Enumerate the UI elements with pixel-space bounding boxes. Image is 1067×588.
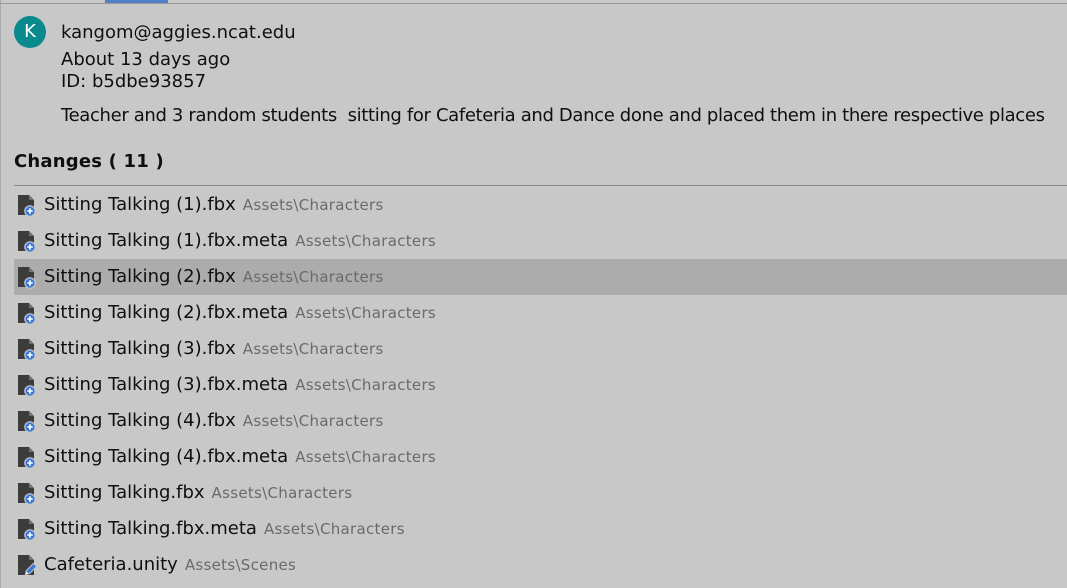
changed-file-row[interactable]: Cafeteria.unity Assets\Scenes bbox=[14, 547, 1067, 583]
tab-bar-divider bbox=[0, 3, 1067, 4]
changed-file-row[interactable]: Sitting Talking (3).fbx Assets\Character… bbox=[14, 331, 1067, 367]
file-added-icon bbox=[17, 482, 36, 505]
commit-author: kangom@aggies.ncat.edu bbox=[61, 22, 296, 43]
file-path: Assets\Characters bbox=[295, 376, 437, 394]
changed-file-row[interactable]: Sitting Talking (1).fbx Assets\Character… bbox=[14, 187, 1067, 223]
active-tab-indicator[interactable] bbox=[105, 0, 168, 3]
changed-file-row[interactable]: Sitting Talking (4).fbx.meta Assets\Char… bbox=[14, 439, 1067, 475]
file-name: Sitting Talking (4).fbx bbox=[44, 410, 236, 431]
file-name: Sitting Talking.fbx bbox=[44, 482, 205, 503]
file-path: Assets\Characters bbox=[242, 412, 384, 430]
file-name: Sitting Talking (2).fbx bbox=[44, 266, 236, 287]
file-path: Assets\Characters bbox=[295, 304, 437, 322]
changed-file-row[interactable]: Sitting Talking (2).fbx.meta Assets\Char… bbox=[14, 295, 1067, 331]
file-added-icon bbox=[17, 338, 36, 361]
changes-heading: Changes ( 11 ) bbox=[14, 151, 164, 172]
commit-message: Teacher and 3 random students sitting fo… bbox=[61, 105, 1045, 126]
commit-time: About 13 days ago bbox=[61, 49, 231, 70]
changed-file-row[interactable]: Sitting Talking (3).fbx.meta Assets\Char… bbox=[14, 367, 1067, 403]
commit-details-panel: K kangom@aggies.ncat.edu About 13 days a… bbox=[0, 0, 1067, 588]
changed-file-row[interactable]: Sitting Talking.fbx Assets\Characters bbox=[14, 475, 1067, 511]
panel-left-border bbox=[0, 0, 1, 588]
file-path: Assets\Characters bbox=[295, 232, 437, 250]
changed-file-row[interactable]: Sitting Talking.fbx.meta Assets\Characte… bbox=[14, 511, 1067, 547]
file-path: Assets\Scenes bbox=[184, 556, 297, 574]
file-path: Assets\Characters bbox=[263, 520, 405, 538]
avatar: K bbox=[14, 16, 46, 48]
commit-id: ID: b5dbe93857 bbox=[61, 71, 207, 92]
file-path: Assets\Characters bbox=[242, 196, 384, 214]
changed-files-list: Sitting Talking (1).fbx Assets\Character… bbox=[14, 187, 1067, 583]
file-name: Sitting Talking (3).fbx.meta bbox=[44, 374, 289, 395]
changed-file-row[interactable]: Sitting Talking (1).fbx.meta Assets\Char… bbox=[14, 223, 1067, 259]
file-added-icon bbox=[17, 518, 36, 541]
file-added-icon bbox=[17, 410, 36, 433]
changed-file-row[interactable]: Sitting Talking (2).fbx Assets\Character… bbox=[14, 259, 1067, 295]
file-added-icon bbox=[17, 266, 36, 289]
file-added-icon bbox=[17, 302, 36, 325]
file-path: Assets\Characters bbox=[242, 340, 384, 358]
file-added-icon bbox=[17, 446, 36, 469]
file-name: Cafeteria.unity bbox=[44, 554, 178, 575]
file-path: Assets\Characters bbox=[211, 484, 353, 502]
file-added-icon bbox=[17, 230, 36, 253]
file-path: Assets\Characters bbox=[295, 448, 437, 466]
file-added-icon bbox=[17, 374, 36, 397]
file-name: Sitting Talking (4).fbx.meta bbox=[44, 446, 289, 467]
file-name: Sitting Talking.fbx.meta bbox=[44, 518, 257, 539]
file-name: Sitting Talking (1).fbx bbox=[44, 194, 236, 215]
file-modified-icon bbox=[17, 554, 37, 576]
file-name: Sitting Talking (1).fbx.meta bbox=[44, 230, 289, 251]
file-added-icon bbox=[17, 194, 36, 217]
file-name: Sitting Talking (3).fbx bbox=[44, 338, 236, 359]
file-path: Assets\Characters bbox=[242, 268, 384, 286]
changed-file-row[interactable]: Sitting Talking (4).fbx Assets\Character… bbox=[14, 403, 1067, 439]
file-name: Sitting Talking (2).fbx.meta bbox=[44, 302, 289, 323]
changes-divider bbox=[14, 185, 1067, 186]
